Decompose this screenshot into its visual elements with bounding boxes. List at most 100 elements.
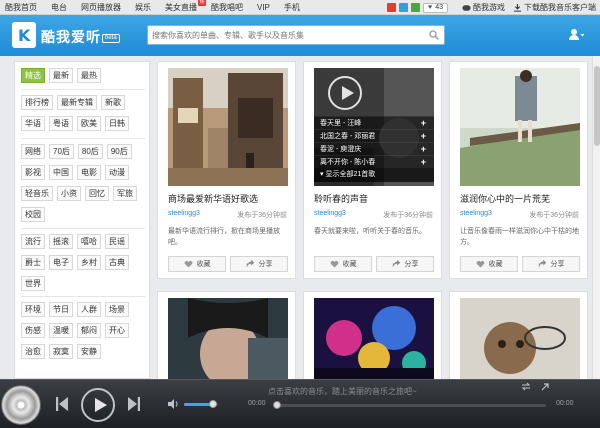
card-user[interactable]: steelingg3	[460, 210, 492, 217]
category-tag[interactable]: 伤感	[21, 323, 45, 338]
category-tag[interactable]: 郁闷	[77, 323, 101, 338]
category-tag[interactable]: 最新	[49, 68, 73, 83]
download-link[interactable]: 下载酷我音乐客户端	[513, 2, 596, 13]
weibo-icon[interactable]	[387, 3, 397, 12]
top-nav-link[interactable]: 电台	[51, 0, 67, 15]
top-nav-link[interactable]: 美女直播热	[165, 0, 206, 15]
category-tag[interactable]: 回忆	[85, 186, 109, 201]
like-badge[interactable]: ♥ 43	[423, 2, 448, 13]
category-tag[interactable]: 排行榜	[21, 95, 53, 110]
logo-text[interactable]: 酷我爱听	[41, 27, 101, 47]
play-button[interactable]	[81, 388, 115, 422]
loop-mode-icon[interactable]	[521, 382, 531, 391]
game-link[interactable]: 酷我游戏	[462, 2, 505, 13]
top-nav-link[interactable]: 酷我首页	[5, 0, 37, 15]
share-button[interactable]: 分享	[230, 256, 288, 272]
search-input[interactable]	[148, 26, 418, 44]
category-tag[interactable]: 安静	[77, 344, 101, 359]
category-tag[interactable]: 中国	[49, 165, 73, 180]
volume-icon[interactable]	[168, 399, 179, 409]
category-tag[interactable]: 欧美	[77, 116, 101, 131]
track-row[interactable]: 春天里 - 汪峰 +	[314, 116, 434, 129]
collect-button[interactable]: 收藏	[314, 256, 372, 272]
progress-bar[interactable]	[273, 401, 546, 409]
top-nav-link[interactable]: 网页播放器	[81, 0, 121, 15]
category-tag[interactable]: 最新专辑	[57, 95, 97, 110]
card-user[interactable]: steelingg3	[168, 210, 200, 217]
category-tag[interactable]: 华语	[21, 116, 45, 131]
track-row[interactable]: 北国之春 - 邓丽君 +	[314, 129, 434, 142]
volume-slider[interactable]	[184, 400, 218, 408]
collect-button[interactable]: 收藏	[460, 256, 518, 272]
card-title[interactable]: 聆听春的声音	[314, 192, 368, 205]
top-nav-link[interactable]: 手机	[284, 0, 300, 15]
share-button[interactable]: 分享	[376, 256, 434, 272]
category-tag[interactable]: 新歌	[101, 95, 125, 110]
category-tag[interactable]: 电子	[49, 255, 73, 270]
collection-card[interactable]	[303, 291, 442, 382]
expand-icon[interactable]	[540, 382, 550, 392]
track-row[interactable]: 春泥 - 庾澄庆 +	[314, 142, 434, 155]
play-circle-icon[interactable]	[328, 76, 362, 110]
category-tag[interactable]: 粤语	[49, 116, 73, 131]
category-tag[interactable]: 民谣	[105, 234, 129, 249]
card-title[interactable]: 商场最爱新华语好歌选	[168, 192, 258, 205]
scrollbar-thumb[interactable]	[594, 66, 600, 146]
cover-image[interactable]	[314, 298, 434, 382]
collection-card[interactable]: 滋润你心中的一片荒芜 steelingg3 发布于36分钟前 让音乐像春雨一样滋…	[449, 61, 588, 279]
category-tag[interactable]: 网络	[21, 144, 45, 159]
category-tag[interactable]: 寂寞	[49, 344, 73, 359]
category-tag[interactable]: 开心	[105, 323, 129, 338]
category-tag[interactable]: 人群	[77, 302, 101, 317]
user-icon[interactable]	[568, 28, 584, 42]
category-tag[interactable]: 古典	[105, 255, 129, 270]
category-tag[interactable]: 嘻哈	[77, 234, 101, 249]
category-tag[interactable]: 最热	[77, 68, 101, 83]
category-tag[interactable]: 70后	[49, 144, 74, 159]
collection-card[interactable]	[157, 291, 296, 382]
logo-icon[interactable]: K	[12, 22, 36, 48]
collection-card[interactable]	[449, 291, 588, 382]
top-nav-link[interactable]: VIP	[257, 0, 270, 15]
cover-image[interactable]: 春天里 - 汪峰 + 北国之春 - 邓丽君 + 春泥 - 庾澄庆 + 离不开你 - 陈小春 +…	[314, 68, 434, 186]
category-tag[interactable]: 影视	[21, 165, 45, 180]
search-icon[interactable]	[429, 30, 439, 40]
category-tag[interactable]: 动漫	[105, 165, 129, 180]
category-tag[interactable]: 80后	[77, 144, 103, 159]
category-tag[interactable]: 日韩	[105, 116, 129, 131]
category-tag[interactable]: 世界	[21, 276, 45, 291]
category-tag[interactable]: 爵士	[21, 255, 45, 270]
collect-button[interactable]: 收藏	[168, 256, 226, 272]
previous-icon[interactable]	[56, 397, 68, 411]
next-icon[interactable]	[128, 397, 140, 411]
category-tag[interactable]: 场景	[105, 302, 129, 317]
category-tag[interactable]: 温暖	[49, 323, 73, 338]
show-all-tracks-link[interactable]: ▾ 显示全部21首歌	[314, 168, 434, 182]
qq-icon[interactable]	[399, 3, 409, 12]
top-nav-link[interactable]: 娱乐	[135, 0, 151, 15]
category-tag[interactable]: 精选	[21, 68, 45, 83]
card-user[interactable]: steelingg3	[314, 210, 346, 217]
category-tag[interactable]: 治愈	[21, 344, 45, 359]
category-tag[interactable]: 校园	[21, 207, 45, 222]
category-tag[interactable]: 90后	[106, 144, 132, 159]
category-tag[interactable]: 摇滚	[49, 234, 73, 249]
category-tag[interactable]: 乡村	[77, 255, 101, 270]
page-scrollbar[interactable]	[592, 56, 600, 379]
track-row[interactable]: 离不开你 - 陈小春 +	[314, 155, 434, 168]
category-tag[interactable]: 流行	[21, 234, 45, 249]
card-title[interactable]: 滋润你心中的一片荒芜	[460, 192, 550, 205]
cover-image[interactable]	[168, 298, 288, 382]
cover-image[interactable]	[168, 68, 288, 186]
share-button[interactable]: 分享	[522, 256, 580, 272]
add-track-icon[interactable]: +	[421, 156, 426, 169]
collection-card[interactable]: 春天里 - 汪峰 + 北国之春 - 邓丽君 + 春泥 - 庾澄庆 + 离不开你 - 陈小春 +…	[303, 61, 442, 279]
category-tag[interactable]: 小资	[57, 186, 81, 201]
progress-knob[interactable]	[273, 401, 281, 409]
volume-knob[interactable]	[208, 400, 217, 408]
category-tag[interactable]: 军旅	[113, 186, 137, 201]
renren-icon[interactable]	[411, 3, 421, 12]
cover-image[interactable]	[460, 68, 580, 186]
category-tag[interactable]: 轻音乐	[21, 186, 53, 201]
top-nav-link[interactable]: 酷我唱吧	[211, 0, 243, 15]
